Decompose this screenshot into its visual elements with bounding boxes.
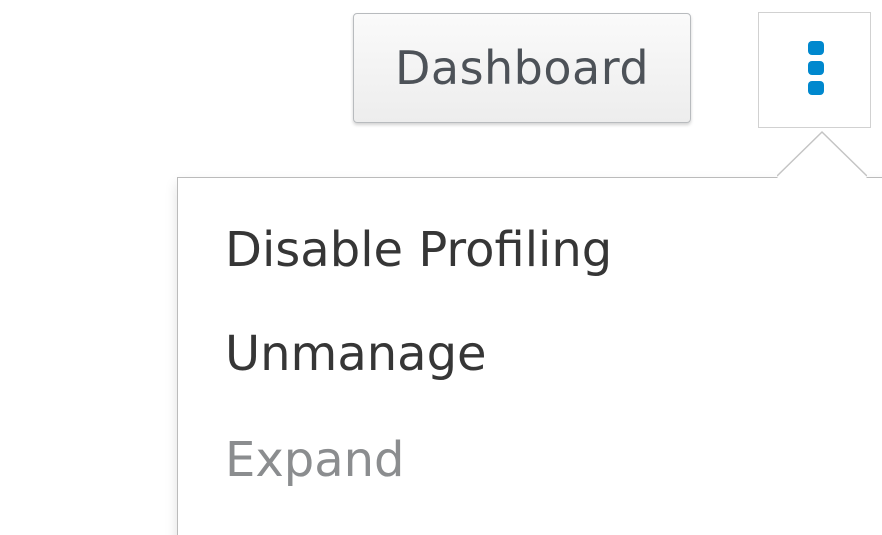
kebab-dot xyxy=(808,61,824,75)
menu-caret xyxy=(777,130,867,178)
kebab-dot xyxy=(808,81,824,95)
page: Dashboard Disable Profiling Unmanage Exp… xyxy=(0,0,882,535)
menu-item-disable-profiling[interactable]: Disable Profiling xyxy=(225,222,612,278)
kebab-dot xyxy=(808,41,824,55)
kebab-vertical-icon xyxy=(808,41,824,97)
dashboard-button[interactable]: Dashboard xyxy=(353,13,691,123)
kebab-menu-toggle[interactable] xyxy=(758,12,871,128)
menu-item-expand: Expand xyxy=(225,432,405,488)
menu-item-unmanage[interactable]: Unmanage xyxy=(225,326,487,382)
